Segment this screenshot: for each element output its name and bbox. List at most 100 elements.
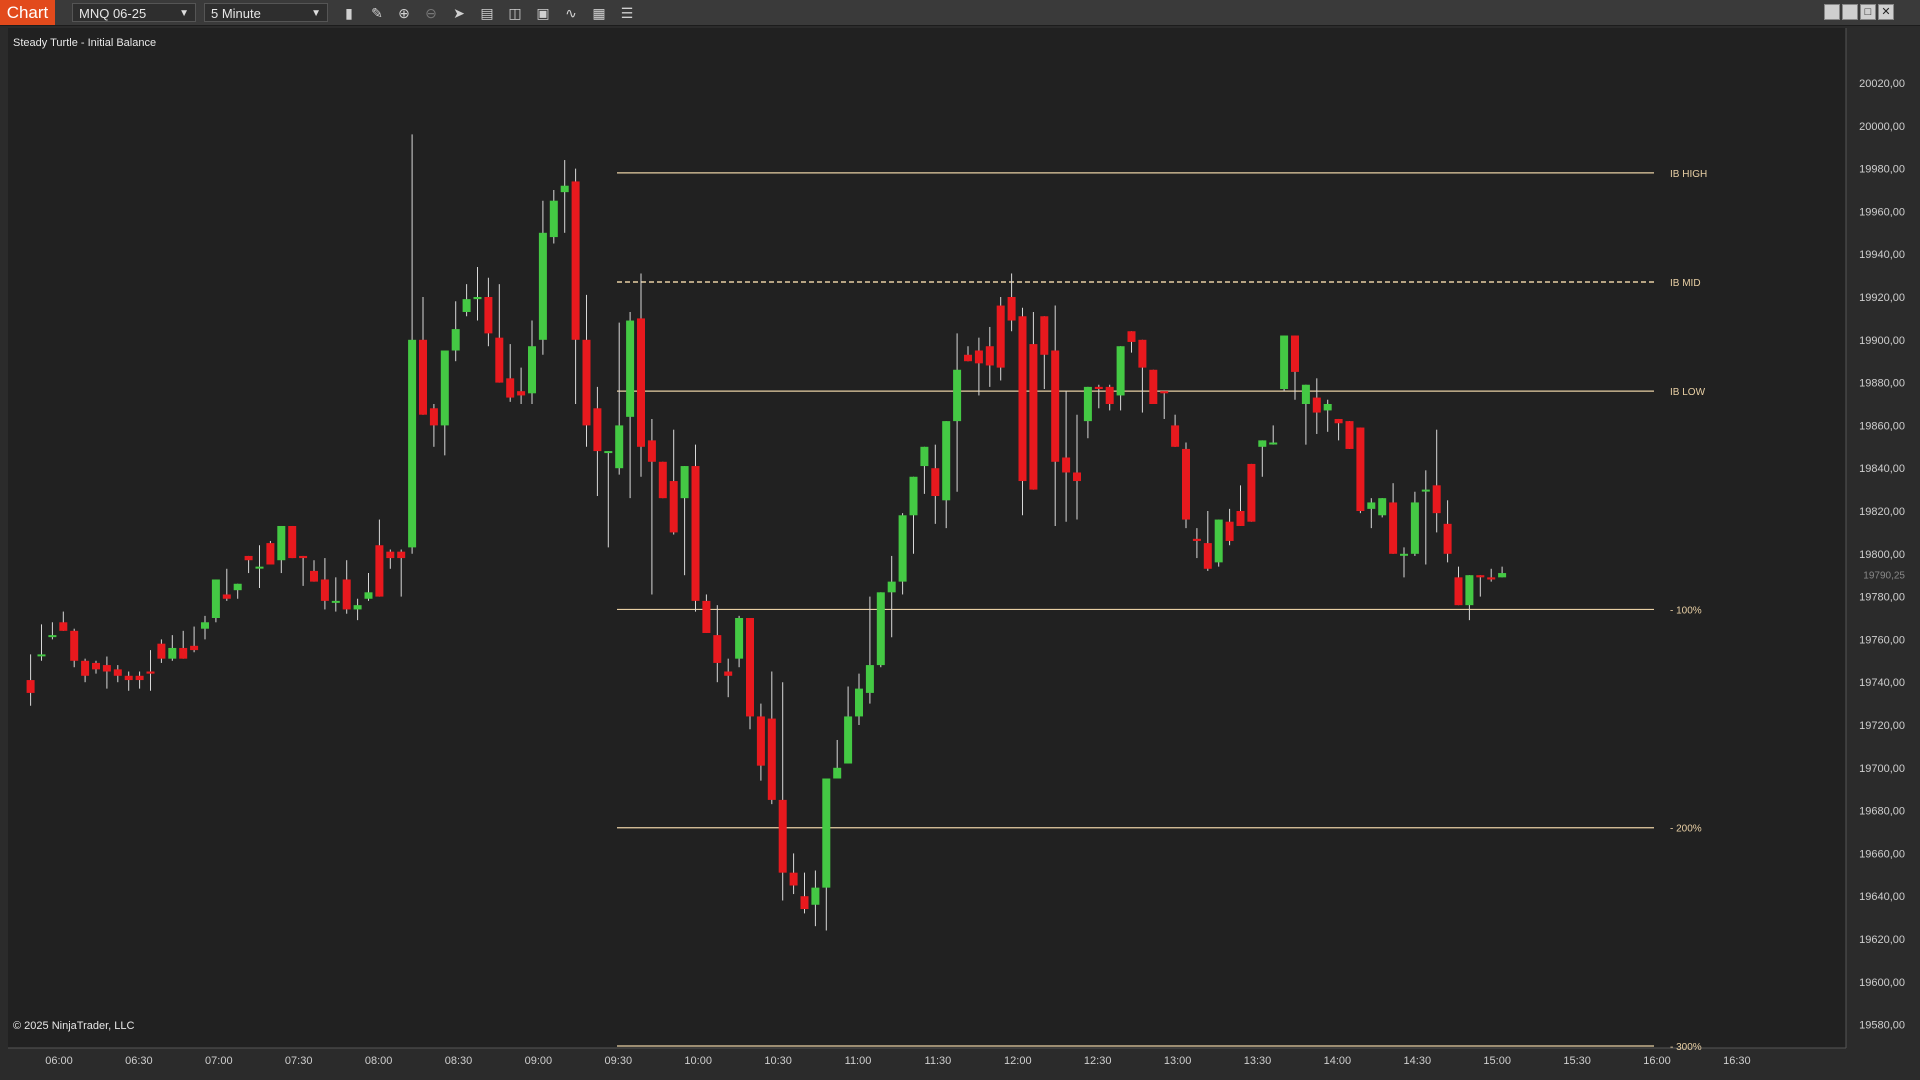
- pointer-icon[interactable]: ➤: [450, 4, 468, 22]
- x-tick-label: 11:30: [925, 1055, 952, 1067]
- candle-body: [1498, 573, 1507, 578]
- level-label: IB LOW: [1670, 387, 1706, 398]
- y-tick-label: 20020,00: [1859, 78, 1905, 90]
- candle-body: [1247, 463, 1256, 522]
- strategy-icon[interactable]: ∿: [562, 4, 580, 22]
- candle-body: [1182, 448, 1190, 520]
- list-icon[interactable]: ☰: [618, 4, 636, 22]
- candle-body: [669, 481, 678, 533]
- candle-body: [59, 622, 68, 631]
- y-tick-label: 19800,00: [1859, 549, 1905, 561]
- candle-body: [778, 799, 787, 873]
- template-icon[interactable]: ◫: [506, 4, 524, 22]
- level-label: - 300%: [1670, 1042, 1702, 1053]
- x-tick-label: 08:30: [445, 1055, 473, 1067]
- candle-body: [865, 665, 874, 693]
- candle-body: [451, 329, 460, 351]
- candle-body: [898, 515, 907, 582]
- zoom-out-icon[interactable]: ⊖: [422, 4, 440, 22]
- x-tick-label: 09:30: [605, 1055, 633, 1067]
- candle-body: [855, 688, 863, 717]
- candle-body: [964, 354, 972, 362]
- copyright-text: © 2025 NinjaTrader, LLC: [13, 1020, 135, 1032]
- candle-body: [1203, 543, 1212, 569]
- level-label: - 100%: [1670, 605, 1702, 616]
- candle-body: [277, 525, 286, 561]
- chevron-down-icon[interactable]: ▼: [179, 4, 189, 23]
- candle-body: [931, 468, 940, 497]
- candle-body: [102, 665, 111, 672]
- candle-body: [538, 232, 547, 340]
- level-label: IB MID: [1670, 278, 1701, 289]
- candle-body: [1465, 575, 1474, 606]
- candle-body: [1116, 346, 1125, 396]
- candle-body: [1051, 350, 1060, 462]
- candle-body: [233, 583, 242, 591]
- y-tick-label: 19680,00: [1859, 806, 1905, 818]
- y-tick-label: 19960,00: [1859, 206, 1905, 218]
- instrument-selector[interactable]: MNQ 06-25 ▼: [72, 3, 196, 22]
- y-tick-label: 19860,00: [1859, 420, 1905, 432]
- candle-body: [909, 476, 918, 516]
- interval-selector[interactable]: 5 Minute ▼: [204, 3, 328, 22]
- candle-body: [1334, 418, 1343, 424]
- candle-body: [1443, 523, 1452, 554]
- close-icon[interactable]: ✕: [1878, 4, 1894, 20]
- restore-icon[interactable]: [1842, 4, 1858, 20]
- y-tick-label: 19740,00: [1859, 677, 1905, 689]
- candle-body: [429, 408, 438, 426]
- x-tick-label: 06:00: [45, 1055, 73, 1067]
- candle-body: [1149, 369, 1158, 404]
- y-tick-label: 19840,00: [1859, 463, 1905, 475]
- bar-type-icon[interactable]: ▮: [340, 4, 358, 22]
- candle-body: [1029, 344, 1038, 490]
- tile-icon[interactable]: [1824, 4, 1840, 20]
- candle-body: [615, 425, 624, 469]
- candle-body: [266, 543, 275, 565]
- candle-body: [887, 581, 896, 593]
- candle-body: [1487, 577, 1496, 580]
- candle-body: [506, 378, 515, 398]
- candle-body: [331, 600, 340, 603]
- y-tick-label: 19940,00: [1859, 249, 1905, 261]
- chart-panel[interactable]: 20020,00 20000,00 19980,00 19960,00 19940,00…: [0, 26, 1920, 1080]
- candle-body: [1138, 339, 1147, 368]
- candle-body: [462, 299, 471, 312]
- chart-tab[interactable]: Chart: [0, 0, 55, 25]
- instrument-value: MNQ 06-25: [79, 6, 147, 21]
- candle-body: [157, 643, 166, 659]
- candle: [1280, 335, 1289, 392]
- candle: [746, 618, 754, 730]
- candle-body: [593, 408, 602, 452]
- y-tick-label: 19580,00: [1859, 1020, 1905, 1032]
- candle-body: [1094, 386, 1103, 390]
- level-label: IB HIGH: [1670, 169, 1707, 180]
- candle-body: [800, 896, 809, 910]
- candle-body: [1410, 502, 1419, 554]
- candle-body: [528, 346, 536, 394]
- candle-body: [1400, 553, 1408, 556]
- draw-tool-icon[interactable]: ✎: [368, 4, 386, 22]
- candle-body: [1062, 457, 1071, 473]
- candle-body: [48, 635, 57, 638]
- data-box-icon[interactable]: ▤: [478, 4, 496, 22]
- candle-body: [419, 339, 427, 415]
- interval-value: 5 Minute: [211, 6, 261, 21]
- candle-body: [1291, 335, 1299, 372]
- price-chart[interactable]: 20020,00 20000,00 19980,00 19960,00 19940,00…: [0, 26, 1920, 1080]
- candle-body: [179, 647, 188, 659]
- candle-body: [201, 622, 209, 629]
- candle-body: [571, 181, 580, 340]
- candle: [211, 579, 220, 623]
- zoom-in-icon[interactable]: ⊕: [395, 4, 413, 22]
- candle-body: [1225, 521, 1234, 541]
- candle-body: [1389, 502, 1398, 554]
- x-tick-label: 06:30: [125, 1055, 153, 1067]
- maximize-icon[interactable]: □: [1860, 4, 1876, 20]
- candle-body: [397, 551, 406, 559]
- indicators-icon[interactable]: ▦: [590, 4, 608, 22]
- properties-icon[interactable]: ▣: [534, 4, 552, 22]
- chevron-down-icon[interactable]: ▼: [311, 4, 321, 23]
- candle-body: [473, 297, 482, 300]
- candle-body: [1269, 442, 1278, 445]
